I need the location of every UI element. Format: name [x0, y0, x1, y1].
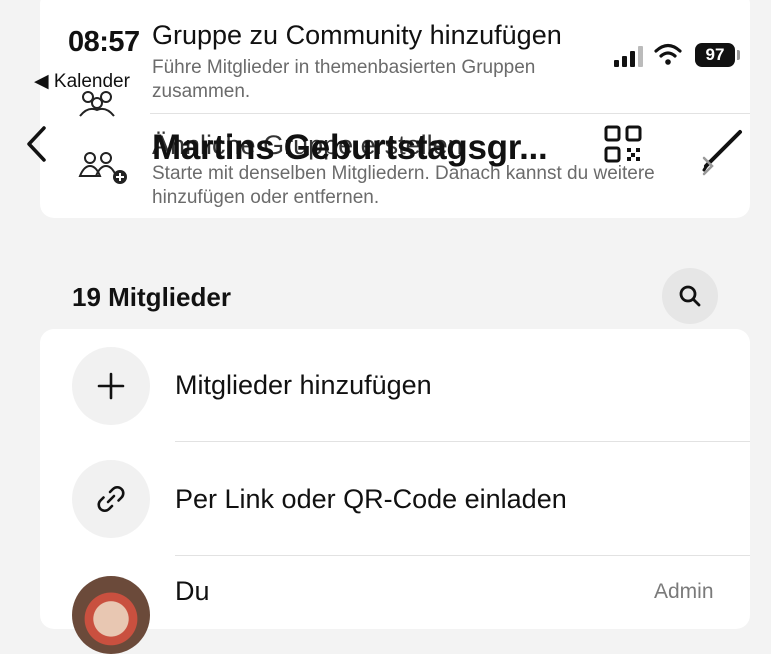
search-members-button[interactable]: [662, 268, 718, 324]
add-members-button[interactable]: Mitglieder hinzufügen: [175, 370, 432, 401]
members-count-heading: 19 Mitglieder: [72, 282, 231, 312]
qr-code-icon[interactable]: [603, 124, 643, 164]
back-to-app-link[interactable]: ◀ Kalender: [34, 70, 130, 93]
cellular-signal-icon: [614, 45, 644, 67]
option-add-to-community-subtitle: Führe Mitglieder in themenbasierten Grup…: [152, 57, 536, 102]
community-icon: [74, 90, 120, 125]
group-add-icon: [76, 150, 132, 191]
admin-badge: Admin: [654, 580, 714, 603]
page-title: Martins Geburtstagsgr...: [152, 128, 548, 167]
link-icon: [97, 486, 125, 512]
plus-icon: [97, 372, 125, 400]
avatar[interactable]: [72, 576, 150, 654]
divider: [175, 441, 750, 442]
status-time: 08:57: [68, 26, 140, 58]
option-similar-group-subtitle: Starte mit denselben Mitgliedern. Danach…: [152, 163, 655, 208]
invite-link-icon-circle[interactable]: [72, 460, 150, 538]
add-members-icon-circle[interactable]: [72, 347, 150, 425]
divider: [150, 113, 750, 114]
member-name-self[interactable]: Du: [175, 576, 210, 607]
wifi-icon: [654, 42, 682, 66]
battery-tip: [737, 50, 740, 60]
battery-indicator: 97: [695, 43, 735, 67]
divider: [175, 555, 750, 556]
chevron-right-icon: [700, 155, 716, 177]
invite-via-link-button[interactable]: Per Link oder QR-Code einladen: [175, 484, 567, 515]
option-add-to-community-title[interactable]: Gruppe zu Community hinzufügen: [152, 20, 562, 51]
search-icon: [679, 285, 701, 307]
back-chevron-icon[interactable]: [24, 124, 48, 164]
